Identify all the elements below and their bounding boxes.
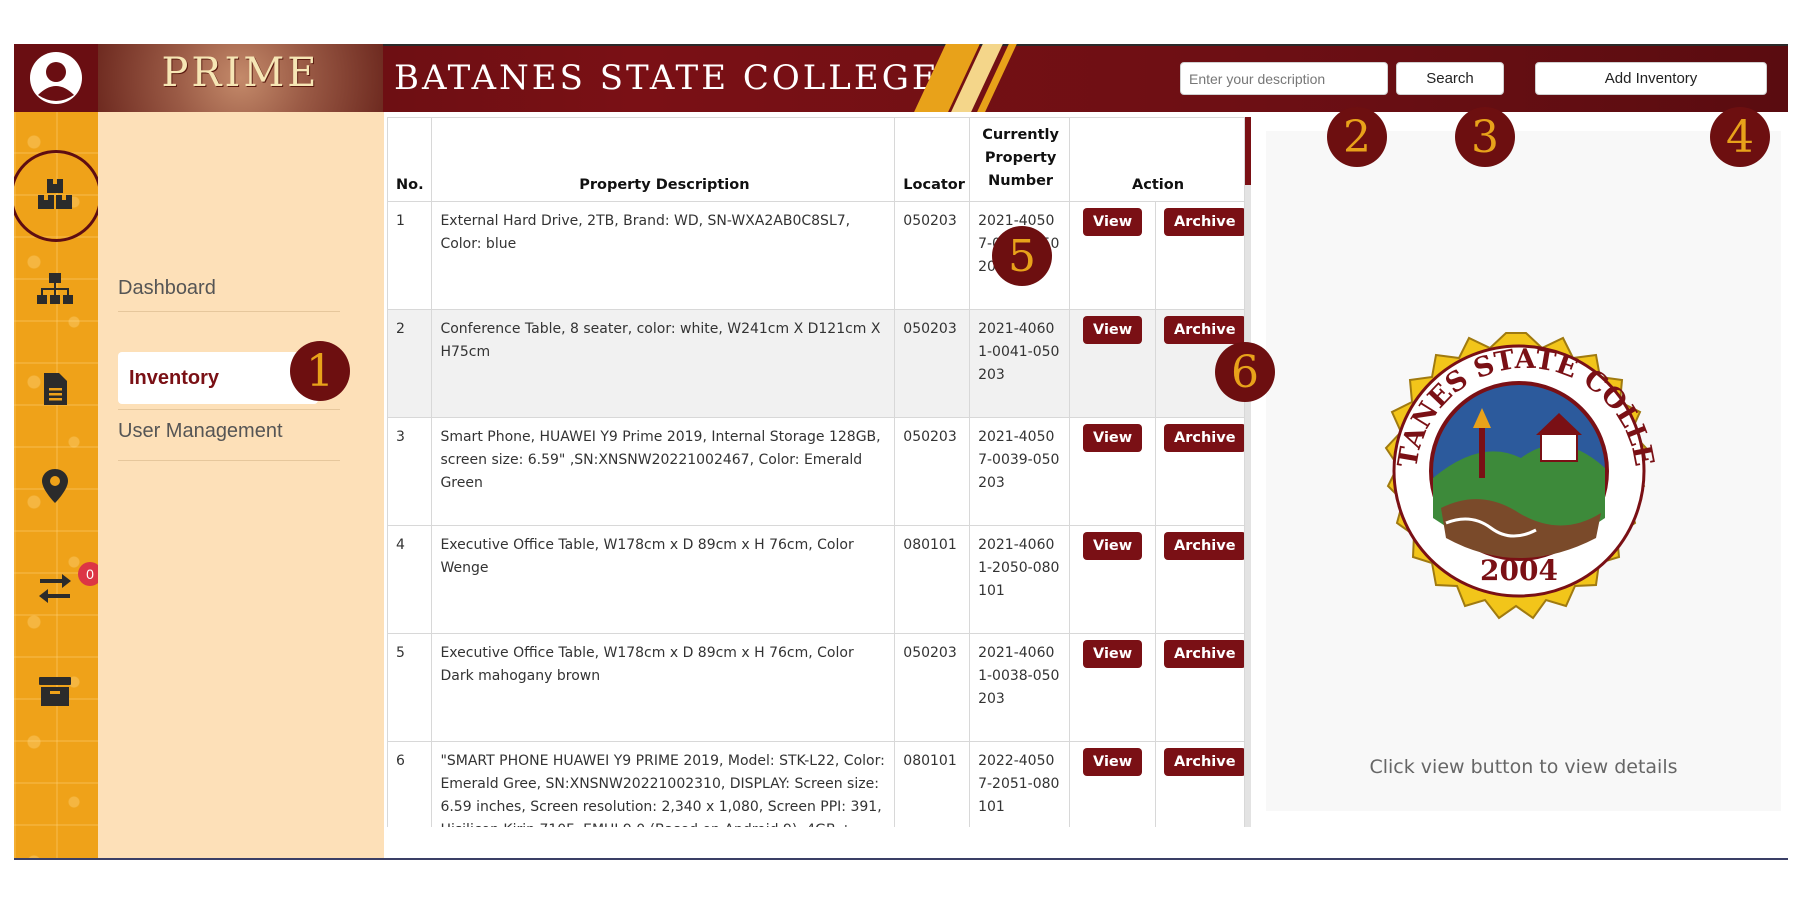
row-property-number: 2022-40507-2051-080101 [969,741,1071,827]
inventory-table: No. Property Description Locator Current… [387,117,1245,827]
table-header-row: No. Property Description Locator Current… [387,117,1245,202]
callout-6: 6 [1215,342,1275,402]
archive-cell: Archive [1155,633,1245,742]
user-avatar-icon[interactable] [29,51,83,105]
table-scrollbar[interactable] [1245,117,1251,827]
callout-5: 5 [992,226,1052,286]
row-number: 5 [387,633,433,742]
row-number: 6 [387,741,433,827]
inventory-table-container: No. Property Description Locator Current… [387,117,1246,827]
callout-2: 2 [1327,107,1387,167]
callout-1: 1 [290,341,350,401]
view-cell: View [1069,309,1157,418]
prime-logo: PRIME [161,50,320,96]
nav-divider [118,409,340,410]
row-description: Executive Office Table, W178cm x D 89cm … [431,633,896,742]
view-cell: View [1069,417,1157,526]
view-button[interactable]: View [1082,532,1143,560]
search-input[interactable] [1180,62,1388,95]
transfer-count-badge: 0 [78,562,98,586]
seal-year: 2004 [1480,554,1558,587]
location-pin-icon[interactable] [36,467,74,505]
view-button[interactable]: View [1082,748,1143,776]
row-number: 2 [387,309,433,418]
archive-cell: Archive [1155,417,1245,526]
detail-placeholder-text: Click view button to view details [1369,756,1678,778]
callout-4: 4 [1710,107,1770,167]
row-property-number: 2021-40601-0041-050203 [969,309,1071,418]
transfer-arrows-icon[interactable] [36,570,74,608]
archive-cell: Archive [1155,525,1245,634]
table-body: 1 External Hard Drive, 2TB, Brand: WD, S… [387,201,1245,827]
row-locator: 080101 [894,525,971,634]
college-name: BATANES STATE COLLEGE [394,58,940,98]
view-cell: View [1069,201,1157,310]
row-locator: 050203 [894,633,971,742]
document-icon[interactable] [36,370,74,408]
sidebar-item-user-management[interactable]: User Management [118,420,340,461]
column-header-property-number[interactable]: Currently Property Number [969,117,1071,202]
row-description: Smart Phone, HUAWEI Y9 Prime 2019, Inter… [431,417,896,526]
row-number: 4 [387,525,433,634]
view-button[interactable]: View [1082,640,1143,668]
top-header: PRIME BATANES STATE COLLEGE Search Add I… [14,44,1788,112]
table-row: 5 Executive Office Table, W178cm x D 89c… [387,633,1245,742]
row-description: External Hard Drive, 2TB, Brand: WD, SN-… [431,201,896,310]
archive-button[interactable]: Archive [1164,532,1244,560]
archive-button[interactable]: Archive [1164,208,1244,236]
row-locator: 050203 [894,309,971,418]
sidebar-nav: Dashboard Inventory User Management [98,112,384,859]
archive-cell: Archive [1155,741,1245,827]
detail-panel: BATANES STATE COLLEGE 2004 Click view bu… [1266,131,1781,811]
callout-3: 3 [1455,107,1515,167]
table-row: 2 Conference Table, 8 seater, color: whi… [387,309,1245,418]
row-description: Executive Office Table, W178cm x D 89cm … [431,525,896,634]
column-header-description[interactable]: Property Description [431,117,896,202]
archive-button[interactable]: Archive [1164,640,1244,668]
row-property-number: 2021-40507-0039-050203 [969,417,1071,526]
row-locator: 050203 [894,201,971,310]
view-button[interactable]: View [1082,316,1143,344]
view-button[interactable]: View [1082,424,1143,452]
view-cell: View [1069,525,1157,634]
sidebar-item-dashboard[interactable]: Dashboard [118,277,340,312]
avatar-block [14,44,98,112]
app-window: PRIME BATANES STATE COLLEGE Search Add I… [14,44,1788,859]
archive-button[interactable]: Archive [1164,424,1244,452]
view-cell: View [1069,633,1157,742]
view-button[interactable]: View [1082,208,1143,236]
table-row: 1 External Hard Drive, 2TB, Brand: WD, S… [387,201,1245,310]
column-header-locator[interactable]: Locator [894,117,971,202]
hierarchy-icon[interactable] [36,270,74,308]
search-button[interactable]: Search [1396,62,1504,95]
archive-box-icon[interactable] [36,672,74,710]
view-cell: View [1069,741,1157,827]
add-inventory-button[interactable]: Add Inventory [1535,62,1767,95]
table-row: 6 "SMART PHONE HUAWEI Y9 PRIME 2019, Mod… [387,741,1245,827]
sidebar-item-inventory[interactable]: Inventory [118,352,318,404]
row-description: "SMART PHONE HUAWEI Y9 PRIME 2019, Model… [431,741,896,827]
icon-rail: 0 [14,112,98,859]
archive-button[interactable]: Archive [1164,748,1244,776]
row-number: 3 [387,417,433,526]
table-row: 4 Executive Office Table, W178cm x D 89c… [387,525,1245,634]
table-row: 3 Smart Phone, HUAWEI Y9 Prime 2019, Int… [387,417,1245,526]
archive-cell: Archive [1155,201,1245,310]
archive-button[interactable]: Archive [1164,316,1244,344]
row-locator: 080101 [894,741,971,827]
app-bottom-border [14,858,1788,860]
table-scrollbar-thumb[interactable] [1245,117,1251,185]
college-seal-logo: BATANES STATE COLLEGE 2004 [1361,308,1660,620]
column-header-no[interactable]: No. [387,117,433,202]
row-property-number: 2021-40601-0038-050203 [969,633,1071,742]
row-locator: 050203 [894,417,971,526]
column-header-action: Action [1069,117,1245,202]
row-property-number: 2021-40601-2050-080101 [969,525,1071,634]
row-number: 1 [387,201,433,310]
row-description: Conference Table, 8 seater, color: white… [431,309,896,418]
inventory-boxes-icon[interactable] [36,175,74,213]
